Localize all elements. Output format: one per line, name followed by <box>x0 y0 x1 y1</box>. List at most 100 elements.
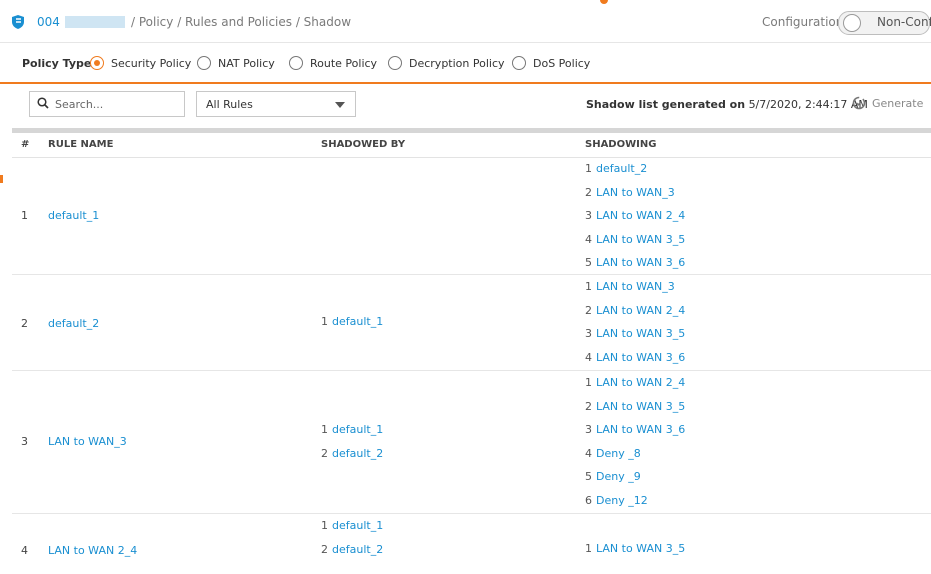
toggle-label: Non-Config <box>877 15 931 29</box>
shadowing-item: 2 LAN to WAN 3_5 <box>585 399 686 413</box>
shadowing-link[interactable]: Deny _9 <box>596 470 641 483</box>
config-mode-toggle[interactable]: Non-Config <box>838 11 931 35</box>
shadowed-by-list: 1 default_1 <box>321 315 383 339</box>
configuration-label: Configuration <box>762 15 844 29</box>
shadowing-link[interactable]: Deny _8 <box>596 447 641 460</box>
shadowed-by-link[interactable]: default_2 <box>332 447 383 460</box>
table-body: 1 default_1 1 default_2 2 LAN to WAN_3 3 LA… <box>12 157 931 574</box>
shadowed-by-item: 1 default_1 <box>321 315 384 328</box>
rule-number: 3 <box>21 435 28 448</box>
column-header-shadowing[interactable]: SHADOWING <box>585 139 656 150</box>
policy-type-label: Policy Type <box>22 57 92 70</box>
shadow-info-time: 5/7/2020, 2:44:17 AM <box>748 98 868 111</box>
shadowing-item: 1 LAN to WAN 2_4 <box>585 376 686 389</box>
chevron-down-icon <box>335 102 345 108</box>
generate-label: Generate <box>872 96 924 110</box>
shadow-info-label: Shadow list generated on <box>586 98 746 111</box>
radio-icon <box>388 56 402 70</box>
rule-name-link[interactable]: LAN to WAN_3 <box>48 435 127 448</box>
shadowing-item: 3 LAN to WAN 3_5 <box>585 327 686 340</box>
shadowing-item: 1 LAN to WAN 3_5 <box>585 542 686 555</box>
shadowing-link[interactable]: LAN to WAN 2_4 <box>596 209 685 222</box>
shadowing-link[interactable]: LAN to WAN_3 <box>596 186 675 199</box>
shadowing-item: 2 LAN to WAN_3 <box>585 185 675 199</box>
shadowing-link[interactable]: LAN to WAN 3_6 <box>596 351 685 364</box>
shadowing-item: 2 LAN to WAN 2_4 <box>585 303 686 317</box>
rule-name-link[interactable]: default_1 <box>48 209 99 222</box>
radio-icon <box>512 56 526 70</box>
radio-icon <box>289 56 303 70</box>
radio-dos-policy[interactable]: DoS Policy <box>512 56 590 70</box>
radio-decryption-policy[interactable]: Decryption Policy <box>388 56 505 70</box>
shadowing-link[interactable]: LAN to WAN_3 <box>596 280 675 293</box>
shadowing-link[interactable]: Deny _12 <box>596 494 648 507</box>
generate-icon <box>852 96 866 110</box>
table-row: 3 LAN to WAN_3 1 default_1 2 default_2 1 LA… <box>12 371 931 514</box>
shadowed-by-item: 1 default_1 <box>321 423 384 436</box>
breadcrumb-device[interactable]: 004 <box>37 15 60 29</box>
radio-nat-policy[interactable]: NAT Policy <box>197 56 275 70</box>
shadowed-by-link[interactable]: default_2 <box>332 543 383 556</box>
top-bar: 004 / Policy / Rules and Policies / Shad… <box>0 0 931 43</box>
rule-number: 4 <box>21 544 28 557</box>
shadowing-item: 1 LAN to WAN_3 <box>585 280 675 293</box>
radio-label: DoS Policy <box>533 56 591 70</box>
shadowing-item: 4 LAN to WAN 3_5 <box>585 232 686 246</box>
shadowing-list: 1 default_2 2 LAN to WAN_3 3 LAN to WAN 2_4… <box>585 162 685 280</box>
breadcrumb-path: / Policy / Rules and Policies / Shadow <box>131 15 352 29</box>
shadowing-link[interactable]: default_2 <box>596 162 647 175</box>
shadowed-by-item: 2 default_2 <box>321 542 384 556</box>
shadowing-item: 4 Deny _8 <box>585 446 641 460</box>
search-input[interactable] <box>55 96 175 112</box>
select-value: All Rules <box>206 98 253 111</box>
shadowing-link[interactable]: LAN to WAN 3_5 <box>596 233 685 246</box>
shadowed-by-list: 1 default_1 2 default_2 <box>321 519 383 566</box>
shadowing-link[interactable]: LAN to WAN 3_6 <box>596 423 685 436</box>
table-header: # RULE NAME SHADOWED BY SHADOWING <box>12 133 931 158</box>
shadowed-by-link[interactable]: default_1 <box>332 315 383 328</box>
rule-number: 2 <box>21 317 28 330</box>
rule-name-link[interactable]: LAN to WAN 2_4 <box>48 544 137 557</box>
shadowing-item: 1 default_2 <box>585 162 648 175</box>
radio-label: Decryption Policy <box>409 56 505 70</box>
shadowing-link[interactable]: LAN to WAN 3_5 <box>596 542 685 555</box>
radio-label: Security Policy <box>111 56 192 70</box>
policy-type-bar: Policy Type Security Policy NAT Policy R… <box>0 48 931 84</box>
scroll-marker <box>0 175 3 183</box>
radio-label: Route Policy <box>310 56 378 70</box>
radio-label: NAT Policy <box>218 56 275 70</box>
shield-icon <box>12 15 24 29</box>
generate-button[interactable]: Generate <box>852 96 923 110</box>
shadowing-link[interactable]: LAN to WAN 2_4 <box>596 376 685 389</box>
shadowing-link[interactable]: LAN to WAN 3_5 <box>596 400 685 413</box>
shadowing-item: 3 LAN to WAN 2_4 <box>585 209 686 222</box>
column-header-number[interactable]: # <box>21 139 29 150</box>
shadowed-by-list: 1 default_1 2 default_2 <box>321 423 383 470</box>
shadowed-by-link[interactable]: default_1 <box>332 423 383 436</box>
shadowing-link[interactable]: LAN to WAN 2_4 <box>596 304 685 317</box>
shadowing-item: 5 Deny _9 <box>585 470 641 483</box>
shadowed-by-item: 2 default_2 <box>321 446 384 460</box>
shadowing-item: 3 LAN to WAN 3_6 <box>585 423 686 436</box>
shadowing-link[interactable]: LAN to WAN 3_5 <box>596 327 685 340</box>
table-row: 1 default_1 1 default_2 2 LAN to WAN_3 3 LA… <box>12 157 931 275</box>
radio-route-policy[interactable]: Route Policy <box>289 56 377 70</box>
search-icon <box>37 97 49 109</box>
rules-filter-select[interactable]: All Rules <box>196 91 356 117</box>
shadowing-list: 1 LAN to WAN 3_5 <box>585 542 685 566</box>
shadowed-by-link[interactable]: default_1 <box>332 519 383 532</box>
rule-number: 1 <box>21 209 28 222</box>
radio-icon <box>197 56 211 70</box>
shadowing-list: 1 LAN to WAN_3 2 LAN to WAN 2_4 3 LAN to WA… <box>585 280 685 374</box>
shadowing-link[interactable]: LAN to WAN 3_6 <box>596 256 685 269</box>
column-header-rule-name[interactable]: RULE NAME <box>48 139 113 150</box>
column-header-shadowed-by[interactable]: SHADOWED BY <box>321 139 405 150</box>
redacted-device-name <box>65 16 125 28</box>
active-indicator <box>600 0 608 4</box>
rule-name-link[interactable]: default_2 <box>48 317 99 330</box>
table-row: 2 default_2 1 default_1 1 LAN to WAN_3 2 LA… <box>12 275 931 371</box>
radio-security-policy[interactable]: Security Policy <box>90 56 191 70</box>
table-row: 4 LAN to WAN 2_4 1 default_1 2 default_2 1… <box>12 514 931 574</box>
shadowed-by-item: 1 default_1 <box>321 519 384 532</box>
radio-selected-icon <box>90 56 104 70</box>
